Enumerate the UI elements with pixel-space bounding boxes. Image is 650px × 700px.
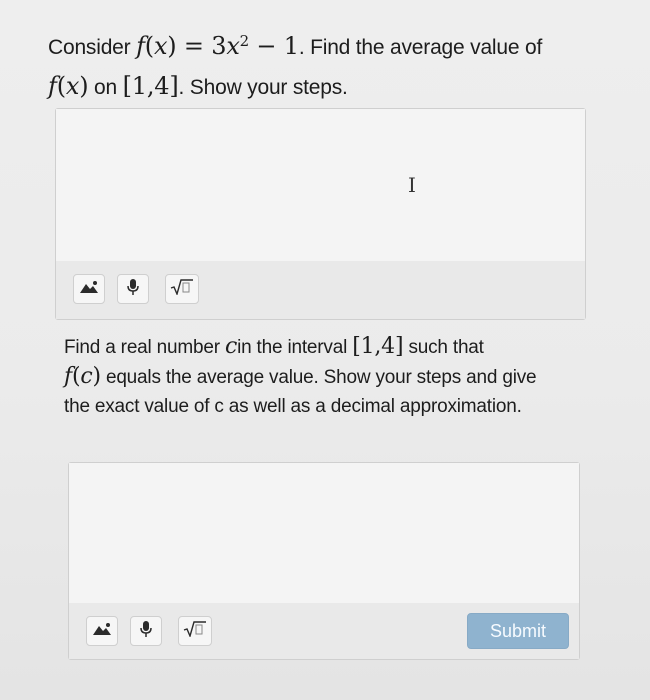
- math-input-button[interactable]: [178, 616, 212, 646]
- question-1-text: Consider f(x) = 3x2 − 1. Find the averag…: [48, 32, 543, 100]
- answer-box-1: I: [55, 108, 586, 320]
- text-cursor-icon: I: [408, 173, 416, 197]
- answer-toolbar-1: [56, 261, 585, 319]
- answer-box-2: Submit: [68, 462, 580, 660]
- question-2-text: Find a real number cin the interval [1,4…: [64, 334, 537, 417]
- microphone-button[interactable]: [130, 616, 162, 646]
- image-upload-button[interactable]: [73, 274, 105, 304]
- q1-interval: [1,4]: [122, 72, 179, 100]
- square-root-icon: [170, 278, 194, 300]
- image-upload-icon: [79, 279, 99, 300]
- image-upload-button[interactable]: [86, 616, 118, 646]
- microphone-button[interactable]: [117, 274, 149, 304]
- answer-editor-1[interactable]: I: [56, 109, 585, 262]
- microphone-icon: [126, 278, 140, 301]
- answer-editor-2[interactable]: [69, 463, 579, 604]
- image-upload-icon: [92, 621, 112, 642]
- submit-button[interactable]: Submit: [467, 613, 569, 649]
- q1-prefix: Consider: [48, 36, 131, 59]
- math-input-button[interactable]: [165, 274, 199, 304]
- answer-toolbar-2: Submit: [69, 603, 579, 659]
- q2-interval: [1,4]: [352, 334, 404, 359]
- square-root-icon: [183, 620, 207, 642]
- microphone-icon: [139, 620, 153, 643]
